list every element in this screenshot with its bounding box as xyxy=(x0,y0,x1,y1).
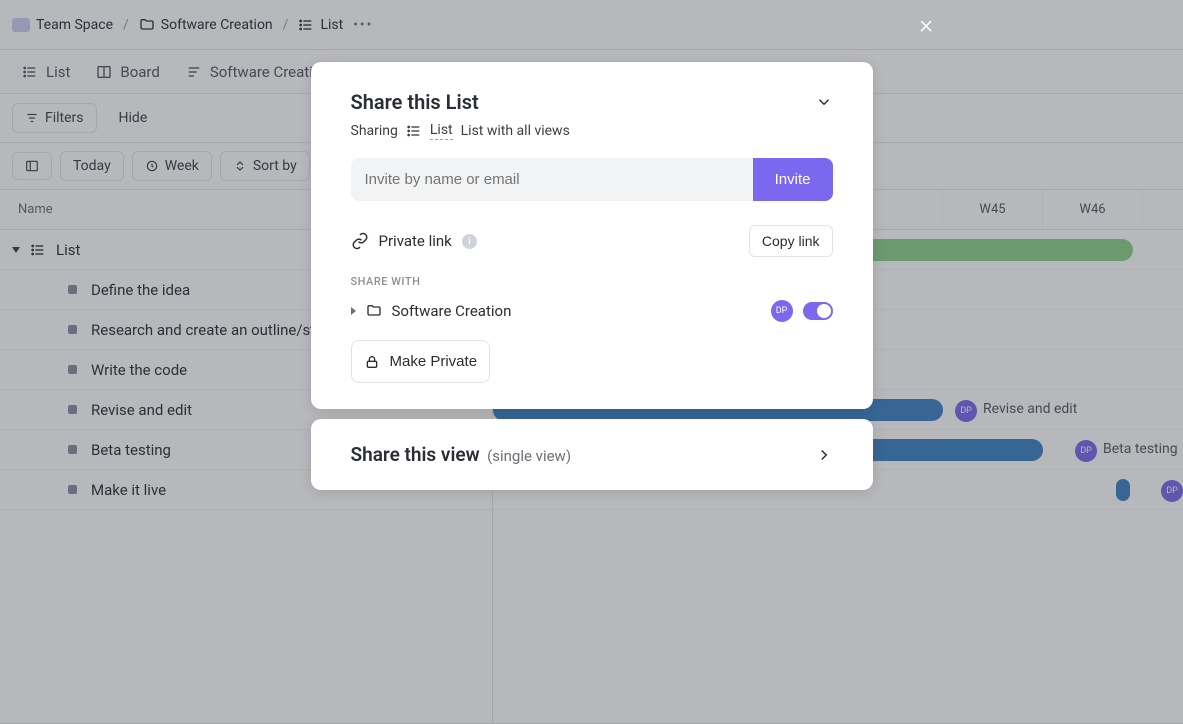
share-toggle[interactable] xyxy=(803,302,833,320)
private-link-label: Private link xyxy=(379,232,452,250)
share-title: Share this List xyxy=(351,90,479,114)
shared-avatar[interactable]: DP xyxy=(771,300,793,322)
share-with-row: Software Creation DP xyxy=(311,300,873,340)
invite-button[interactable]: Invite xyxy=(753,158,833,201)
share-view-subtitle: (single view) xyxy=(487,447,571,465)
sharing-label: Sharing xyxy=(351,123,398,139)
list-icon xyxy=(406,123,422,139)
private-link-left: Private link i xyxy=(351,232,477,250)
share-modal: Share this List Sharing List List with a… xyxy=(311,62,873,490)
copy-link-label: Copy link xyxy=(762,233,820,249)
link-icon xyxy=(351,232,369,250)
copy-link-button[interactable]: Copy link xyxy=(749,225,833,257)
close-icon[interactable]: × xyxy=(919,10,933,40)
sharing-desc: List with all views xyxy=(461,123,570,139)
share-view-title-wrap: Share this view (single view) xyxy=(351,443,572,466)
share-view-panel[interactable]: Share this view (single view) xyxy=(311,419,873,490)
private-link-row: Private link i Copy link xyxy=(311,219,873,271)
chevron-right-icon xyxy=(815,446,833,464)
sharing-scope-line: Sharing List List with all views xyxy=(311,118,873,158)
info-icon[interactable]: i xyxy=(462,234,477,249)
lock-icon xyxy=(364,354,380,370)
chevron-down-icon xyxy=(815,93,833,111)
share-with-item[interactable]: Software Creation xyxy=(351,302,512,320)
caret-right-icon xyxy=(351,307,356,315)
make-private-button[interactable]: Make Private xyxy=(351,340,491,383)
invite-button-label: Invite xyxy=(775,171,811,188)
share-list-panel: Share this List Sharing List List with a… xyxy=(311,62,873,409)
share-panel-header[interactable]: Share this List xyxy=(311,62,873,118)
sharing-item-name[interactable]: List xyxy=(430,122,453,140)
invite-row: Invite xyxy=(311,158,873,219)
share-with-item-label: Software Creation xyxy=(392,302,512,320)
avatar-initials: DP xyxy=(776,306,788,316)
share-with-controls: DP xyxy=(771,300,833,322)
folder-icon xyxy=(366,303,382,319)
share-with-heading: SHARE WITH xyxy=(311,271,873,300)
invite-input[interactable] xyxy=(351,158,753,201)
share-view-title: Share this view xyxy=(351,443,480,466)
make-private-label: Make Private xyxy=(390,353,478,370)
modal-overlay[interactable]: × Share this List Sharing List List with… xyxy=(0,0,1183,724)
